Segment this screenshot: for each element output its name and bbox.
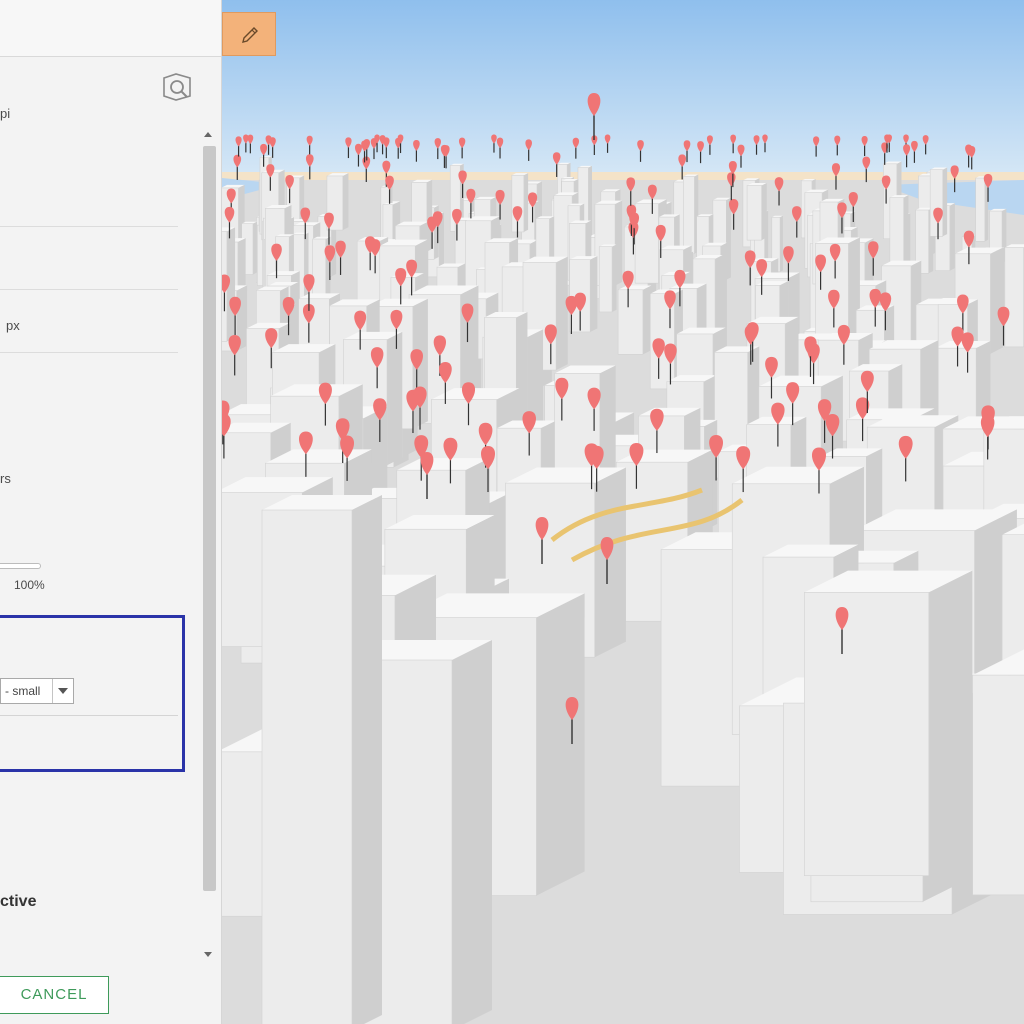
divider (0, 226, 178, 227)
divider (0, 715, 178, 716)
scrollbar-thumb[interactable] (203, 146, 216, 891)
sky (222, 0, 1024, 180)
chevron-down-icon[interactable] (52, 679, 73, 703)
building (617, 285, 652, 355)
layer-search-icon[interactable] (160, 72, 194, 104)
building (803, 570, 973, 876)
opacity-slider[interactable] (0, 563, 41, 569)
cancel-button[interactable]: CANCEL (0, 976, 109, 1014)
building (1004, 244, 1024, 348)
layers-label: rs (0, 471, 11, 486)
building (746, 182, 767, 241)
building (975, 176, 989, 242)
size-select[interactable]: - small (0, 678, 74, 704)
active-label: ctive (0, 893, 37, 910)
building (683, 174, 699, 255)
panel-scrollbar[interactable] (200, 128, 218, 963)
building (261, 495, 382, 1024)
pencil-icon (242, 27, 258, 43)
divider (0, 289, 178, 290)
panel-header (0, 0, 221, 57)
opacity-max-label: 100% (14, 578, 45, 592)
px-unit-label: px (6, 318, 20, 333)
settings-panel: pi px rs 100% - small ctive CANCEL (0, 0, 222, 1024)
size-select-value: - small (5, 684, 41, 698)
building (972, 649, 1024, 896)
divider (0, 352, 178, 353)
dpi-label: pi (0, 106, 11, 121)
edit-button[interactable] (222, 12, 276, 56)
map-view[interactable] (222, 0, 1024, 1024)
building (929, 167, 948, 237)
building (598, 244, 617, 313)
building (511, 173, 529, 233)
arrow-down-icon[interactable] (204, 952, 212, 957)
arrow-up-icon[interactable] (204, 132, 212, 137)
